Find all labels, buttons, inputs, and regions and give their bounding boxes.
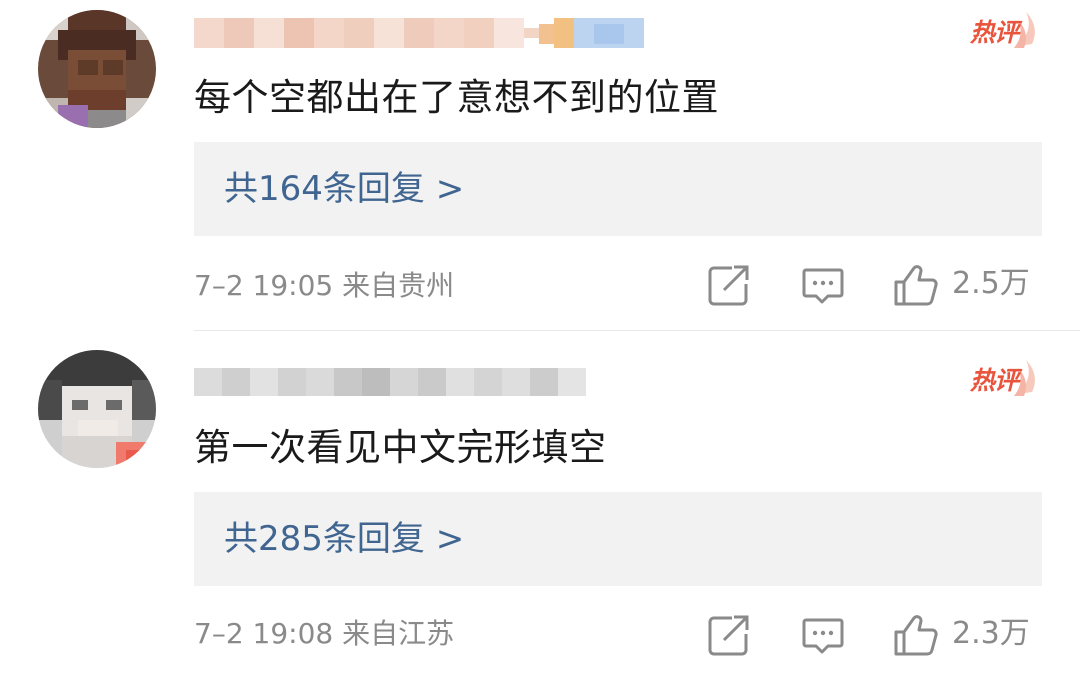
username-blurred[interactable] (194, 362, 586, 400)
comment-meta: 7–2 19:05 来自贵州 (194, 266, 454, 306)
reply-count-label: 共164条回复 > (224, 169, 465, 209)
username-blurred[interactable] (194, 14, 644, 52)
hot-label: 热评 (970, 18, 1019, 47)
avatar[interactable] (38, 350, 156, 468)
like-count: 2.3万 (952, 616, 1030, 651)
share-icon (708, 615, 749, 656)
comment-text: 每个空都出在了意想不到的位置 (194, 76, 719, 119)
comment-meta: 7–2 19:08 来自江苏 (194, 614, 454, 654)
comment-item: 热评 每个空都出在了意想不到的位置 共164条回复 > 7–2 19:05 来自… (0, 0, 1080, 331)
comment-button[interactable] (800, 262, 846, 308)
thumbs-up-icon (894, 615, 938, 656)
hot-comment-badge: 热评 (968, 6, 1040, 50)
divider (194, 330, 1080, 331)
timestamp: 7–2 19:05 (194, 269, 334, 302)
view-replies-button[interactable]: 共164条回复 > (194, 142, 1042, 236)
timestamp: 7–2 19:08 (194, 617, 334, 650)
comment-icon (802, 618, 844, 654)
avatar[interactable] (38, 10, 156, 128)
thumbs-up-icon (894, 265, 938, 306)
share-button[interactable] (706, 612, 752, 658)
reply-count-label: 共285条回复 > (224, 519, 465, 559)
view-replies-button[interactable]: 共285条回复 > (194, 492, 1042, 586)
comment-button[interactable] (800, 612, 846, 658)
comment-icon (802, 268, 844, 304)
hot-label: 热评 (970, 366, 1019, 395)
like-count: 2.5万 (952, 266, 1030, 301)
location: 来自江苏 (342, 617, 455, 650)
hot-comment-badge: 热评 (968, 354, 1040, 398)
share-icon (708, 265, 749, 306)
share-button[interactable] (706, 262, 752, 308)
like-button[interactable]: 2.5万 (892, 262, 1042, 308)
location: 来自贵州 (342, 269, 455, 302)
comment-item: 热评 第一次看见中文完形填空 共285条回复 > 7–2 19:08 来自江苏 … (0, 348, 1080, 674)
like-button[interactable]: 2.3万 (892, 612, 1042, 658)
comment-text: 第一次看见中文完形填空 (194, 426, 607, 469)
